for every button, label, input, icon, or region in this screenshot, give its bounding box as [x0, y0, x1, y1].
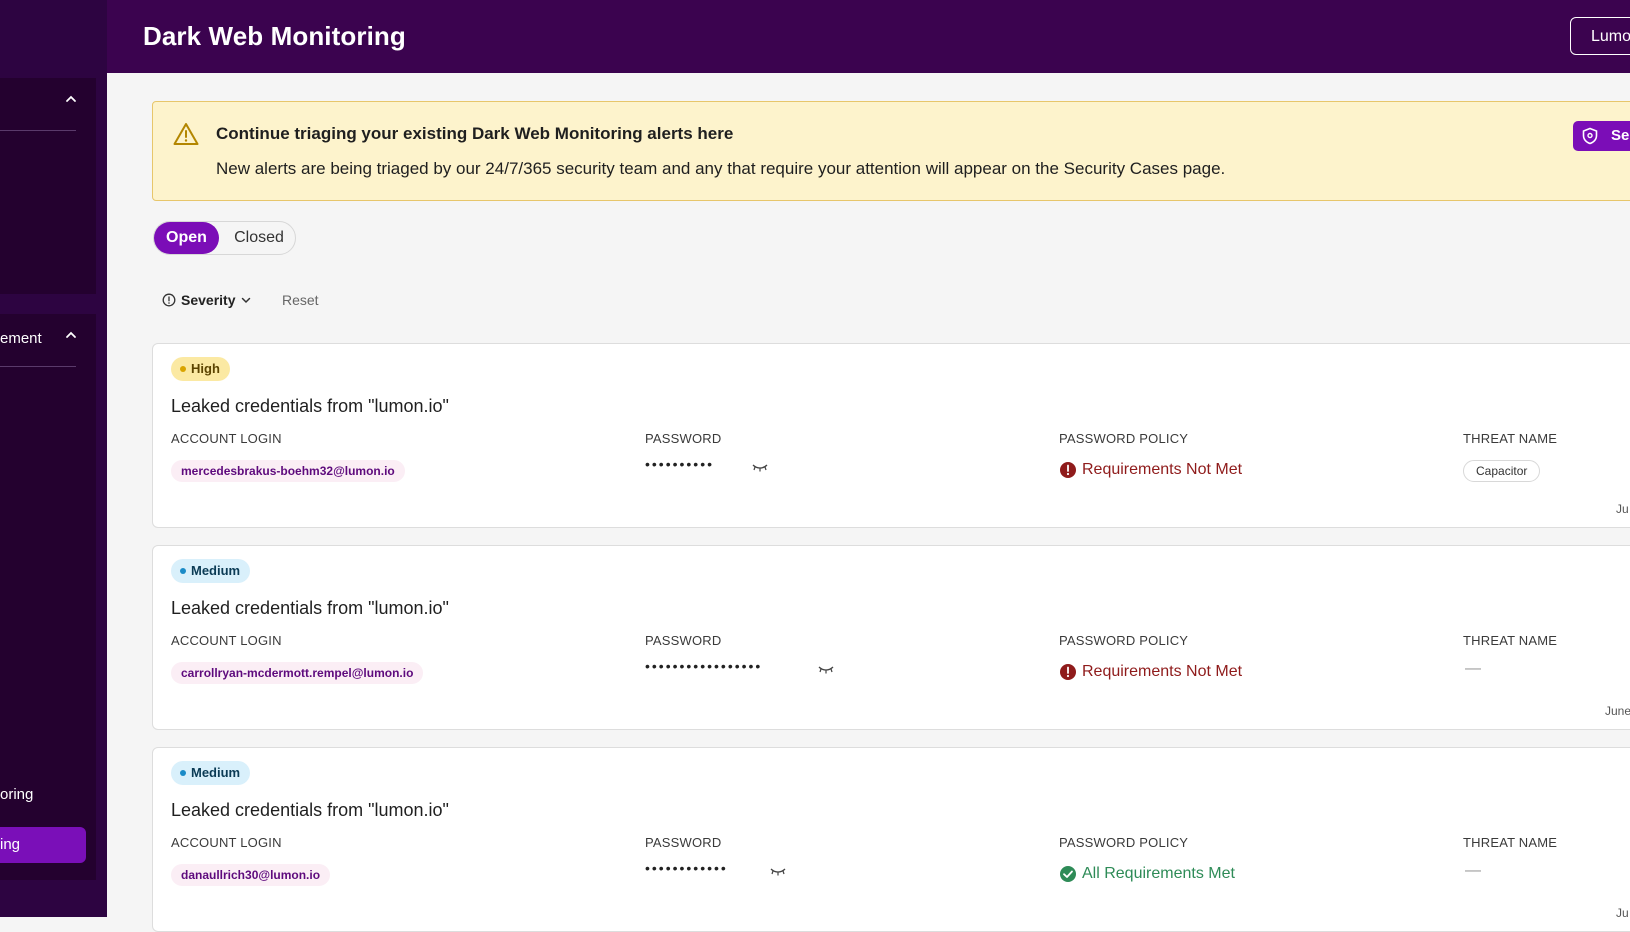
alert-title: Leaked credentials from "lumon.io": [171, 598, 449, 618]
chevron-up-icon: [66, 331, 76, 338]
check-circle-icon: [1060, 866, 1076, 882]
sidebar: ement oring ing: [0, 0, 107, 917]
column-label-login: ACCOUNT LOGIN: [171, 835, 282, 850]
info-banner: Continue triaging your existing Dark Web…: [152, 101, 1630, 201]
alert-date: June: [1605, 704, 1630, 718]
severity-badge: Medium: [171, 761, 251, 785]
threat-name-empty: —: [1465, 660, 1481, 677]
eye-closed-icon[interactable]: [769, 865, 787, 877]
account-login-pill[interactable]: mercedesbrakus-boehm32@lumon.io: [171, 460, 405, 482]
organization-button-label: Lumo: [1591, 28, 1630, 45]
reset-filters-button[interactable]: Reset: [282, 292, 319, 308]
sidebar-item-label: oring: [0, 786, 34, 803]
page-title: Dark Web Monitoring: [143, 21, 406, 51]
alert-title: Leaked credentials from "lumon.io": [171, 396, 449, 416]
threat-name-empty: —: [1465, 862, 1481, 879]
column-label-threat: THREAT NAME: [1463, 633, 1558, 648]
password-policy-label: All Requirements Met: [1082, 865, 1235, 882]
account-login-pill[interactable]: carrollryan-mcdermott.rempel@lumon.io: [171, 662, 424, 684]
eye-closed-icon[interactable]: [751, 461, 769, 473]
alert-circle-icon: [1060, 664, 1076, 680]
banner-heading: Continue triaging your existing Dark Web…: [216, 124, 734, 143]
alert-date: Ju: [1616, 502, 1629, 516]
security-cases-button-label: Se: [1611, 127, 1630, 144]
sidebar-section-toggle[interactable]: ement: [0, 314, 96, 362]
password-mask: ••••••••••: [645, 456, 715, 472]
eye-closed-icon[interactable]: [817, 663, 835, 675]
info-circle-icon: [162, 293, 176, 307]
column-label-login: ACCOUNT LOGIN: [171, 431, 282, 446]
alert-card[interactable]: High Leaked credentials from "lumon.io" …: [152, 343, 1630, 528]
column-label-password: PASSWORD: [645, 431, 722, 446]
sidebar-divider: [0, 130, 76, 131]
alert-circle-icon: [1060, 462, 1076, 478]
status-toggle: Open Closed: [153, 221, 296, 255]
warning-triangle-icon: [173, 123, 199, 145]
password-policy-label: Requirements Not Met: [1082, 461, 1243, 478]
sidebar-panel-bottom: ement oring ing: [0, 314, 96, 880]
alert-title: Leaked credentials from "lumon.io": [171, 800, 449, 820]
sidebar-panel-top: [0, 78, 96, 294]
severity-badge: Medium: [171, 559, 251, 583]
shield-icon: [1582, 127, 1598, 145]
security-cases-button[interactable]: Se: [1573, 121, 1630, 151]
chevron-down-icon[interactable]: [240, 294, 252, 306]
sidebar-item-label: ing: [0, 836, 21, 853]
sidebar-item-monitoring[interactable]: oring: [0, 777, 86, 813]
column-label-policy: PASSWORD POLICY: [1059, 431, 1189, 446]
sidebar-section-toggle[interactable]: [0, 78, 96, 126]
account-login-pill[interactable]: danaullrich30@lumon.io: [171, 864, 331, 886]
password-mask: ••••••••••••: [645, 860, 728, 876]
banner-body: New alerts are being triaged by our 24/7…: [216, 159, 1226, 178]
alert-card[interactable]: Medium Leaked credentials from "lumon.io…: [152, 545, 1630, 730]
password-mask: •••••••••••••••••: [645, 658, 763, 674]
column-label-threat: THREAT NAME: [1463, 835, 1558, 850]
tab-open[interactable]: Open: [154, 222, 219, 254]
column-label-login: ACCOUNT LOGIN: [171, 633, 282, 648]
column-label-password: PASSWORD: [645, 633, 722, 648]
alert-card[interactable]: Medium Leaked credentials from "lumon.io…: [152, 747, 1630, 932]
top-header: Dark Web Monitoring Lumo: [107, 0, 1630, 73]
severity-filter[interactable]: Severity: [181, 292, 235, 308]
tab-closed[interactable]: Closed: [224, 222, 294, 254]
column-label-password: PASSWORD: [645, 835, 722, 850]
column-label-policy: PASSWORD POLICY: [1059, 835, 1189, 850]
password-policy-label: Requirements Not Met: [1082, 663, 1243, 680]
threat-name-pill: Capacitor: [1463, 460, 1541, 482]
organization-button[interactable]: Lumo: [1570, 17, 1630, 55]
alert-date: Ju: [1616, 906, 1629, 920]
sidebar-divider: [0, 366, 76, 367]
sidebar-section-label: ement: [0, 330, 42, 347]
column-label-policy: PASSWORD POLICY: [1059, 633, 1189, 648]
chevron-up-icon: [66, 95, 76, 102]
column-label-threat: THREAT NAME: [1463, 431, 1558, 446]
severity-badge: High: [171, 357, 230, 381]
sidebar-item-active[interactable]: ing: [0, 827, 86, 863]
